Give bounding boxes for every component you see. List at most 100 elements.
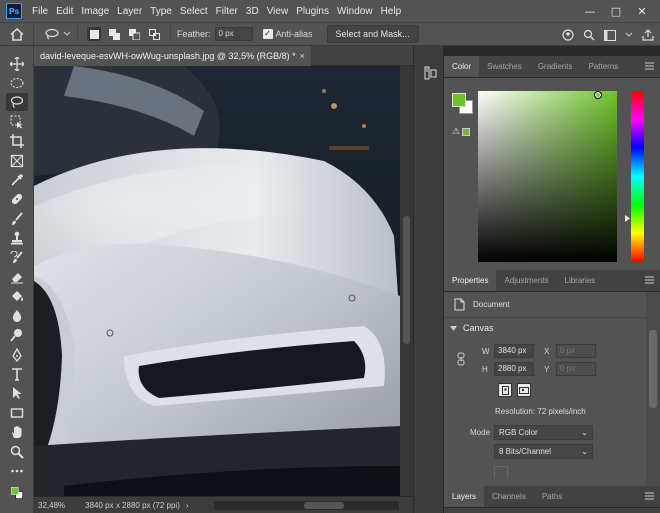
intersect-selection-button[interactable] <box>147 27 161 41</box>
tab-gradients[interactable]: Gradients <box>530 56 581 77</box>
tab-channels[interactable]: Channels <box>484 486 534 507</box>
close-window-button[interactable]: ✕ <box>630 0 654 22</box>
color-mode-select[interactable]: RGB Color ⌄ <box>494 424 593 440</box>
pen-tool[interactable] <box>0 345 34 364</box>
menu-help[interactable]: Help <box>377 6 406 17</box>
image-canvas[interactable] <box>34 66 400 496</box>
width-input[interactable]: 3840 px <box>494 344 534 358</box>
tab-color[interactable]: Color <box>444 56 480 77</box>
account-icon[interactable] <box>562 29 574 41</box>
menu-plugins[interactable]: Plugins <box>292 6 333 17</box>
zoom-level[interactable]: 32,48% <box>38 501 65 510</box>
panel-menu-icon[interactable] <box>645 492 654 503</box>
y-input[interactable]: 0 px <box>556 362 596 376</box>
search-icon[interactable] <box>583 29 595 41</box>
crop-tool[interactable] <box>0 132 34 151</box>
menu-edit[interactable]: Edit <box>52 6 77 17</box>
panel-menu-icon[interactable] <box>645 276 654 287</box>
menu-type[interactable]: Type <box>146 6 176 17</box>
home-button[interactable] <box>0 23 34 45</box>
foreground-color-swatch[interactable] <box>452 93 466 107</box>
background-color-swatch-partial[interactable] <box>494 466 508 478</box>
bit-depth-select[interactable]: 8 Bits/Channel ⌄ <box>494 443 593 459</box>
move-tool[interactable] <box>0 54 34 73</box>
brush-tool[interactable] <box>0 209 34 228</box>
hue-slider-handle[interactable] <box>625 215 630 222</box>
color-swatches-tool[interactable] <box>0 481 34 505</box>
lasso-icon <box>10 96 24 109</box>
portrait-button[interactable] <box>498 383 512 397</box>
eyedropper-tool[interactable] <box>0 170 34 189</box>
horizontal-scroll-thumb[interactable] <box>304 502 344 509</box>
status-bar: 32,48% 3840 px x 2880 px (72 ppi) › <box>34 496 413 513</box>
zoom-tool[interactable] <box>0 442 34 461</box>
hue-slider[interactable] <box>625 91 644 262</box>
edit-toolbar-button[interactable] <box>0 461 34 480</box>
rectangle-tool[interactable] <box>0 403 34 422</box>
gamut-color-chip[interactable] <box>462 128 471 136</box>
vertical-scroll-thumb[interactable] <box>403 216 410 344</box>
dodge-tool[interactable] <box>0 325 34 344</box>
path-selection-tool[interactable] <box>0 384 34 403</box>
history-panel-button[interactable] <box>422 64 438 82</box>
properties-scrollbar[interactable] <box>646 292 660 486</box>
horizontal-scrollbar[interactable] <box>214 501 399 510</box>
share-icon[interactable] <box>642 29 654 41</box>
landscape-button[interactable] <box>517 383 531 397</box>
new-selection-button[interactable] <box>87 27 101 41</box>
object-selection-tool[interactable] <box>0 112 34 131</box>
panel-menu-icon[interactable] <box>645 62 654 73</box>
menu-image[interactable]: Image <box>77 6 113 17</box>
tab-swatches[interactable]: Swatches <box>479 56 530 77</box>
hand-tool[interactable] <box>0 422 34 441</box>
properties-scroll-thumb[interactable] <box>649 330 657 408</box>
healing-brush-tool[interactable] <box>0 190 34 209</box>
paint-bucket-tool[interactable] <box>0 287 34 306</box>
feather-input[interactable]: 0 px <box>214 27 253 41</box>
tab-properties[interactable]: Properties <box>444 270 497 291</box>
type-tool[interactable] <box>0 364 34 383</box>
close-document-button[interactable]: × <box>300 51 305 61</box>
tab-adjustments[interactable]: Adjustments <box>496 270 556 291</box>
link-icon[interactable] <box>457 352 465 366</box>
add-selection-button[interactable] <box>107 27 121 41</box>
height-input[interactable]: 2880 px <box>494 362 534 376</box>
menu-view[interactable]: View <box>263 6 293 17</box>
blur-tool[interactable] <box>0 306 34 325</box>
menu-filter[interactable]: Filter <box>212 6 242 17</box>
history-brush-tool[interactable] <box>0 248 34 267</box>
marquee-tool[interactable] <box>0 73 34 92</box>
maximize-button[interactable]: □ <box>604 0 628 22</box>
tab-paths[interactable]: Paths <box>534 486 570 507</box>
subtract-selection-button[interactable] <box>127 27 141 41</box>
eraser-tool[interactable] <box>0 267 34 286</box>
options-bar: Feather: 0 px ✓ Anti-alias Select and Ma… <box>0 22 660 46</box>
chevron-down-icon[interactable] <box>625 32 633 38</box>
chevron-down-icon: ⌄ <box>581 427 588 437</box>
menu-file[interactable]: File <box>28 6 52 17</box>
antialias-checkbox[interactable]: ✓ <box>262 29 273 39</box>
workspace-icon[interactable] <box>604 29 616 41</box>
tool-preset-picker[interactable] <box>44 28 71 40</box>
tab-patterns[interactable]: Patterns <box>581 56 627 77</box>
lasso-tool[interactable] <box>0 93 34 112</box>
clone-stamp-tool[interactable] <box>0 229 34 248</box>
vertical-scrollbar[interactable] <box>400 66 413 496</box>
color-picker-marker[interactable] <box>594 91 602 99</box>
minimize-button[interactable]: — <box>578 0 602 22</box>
menu-select[interactable]: Select <box>176 6 212 17</box>
x-input[interactable]: 0 px <box>556 344 596 358</box>
menu-3d[interactable]: 3D <box>242 6 263 17</box>
document-tab[interactable]: david-leveque-esvWH-owWug-unsplash.jpg @… <box>34 45 311 66</box>
status-menu-arrow[interactable]: › <box>186 501 189 510</box>
canvas-section-header[interactable]: Canvas <box>444 318 646 338</box>
menu-window[interactable]: Window <box>333 6 377 17</box>
tab-layers[interactable]: Layers <box>444 486 485 507</box>
gamut-warning[interactable]: ⚠ <box>452 126 476 138</box>
tab-libraries[interactable]: Libraries <box>557 270 604 291</box>
menu-layer[interactable]: Layer <box>113 6 146 17</box>
frame-tool[interactable] <box>0 151 34 170</box>
select-and-mask-button[interactable]: Select and Mask... <box>326 25 419 43</box>
saturation-brightness-field[interactable] <box>478 91 617 262</box>
height-label: H <box>482 364 488 374</box>
